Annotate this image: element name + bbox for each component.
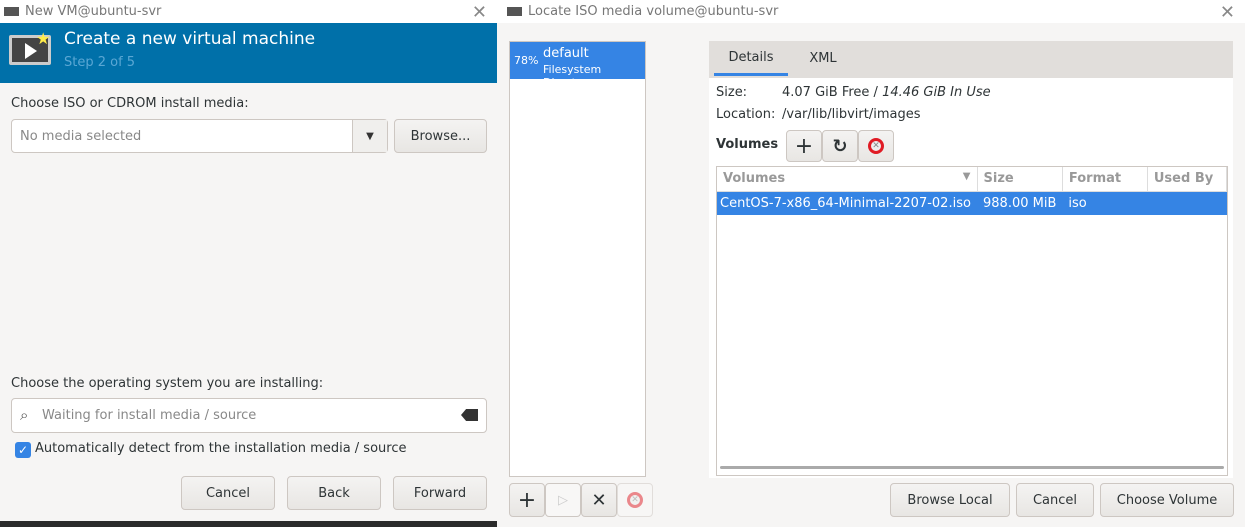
auto-detect-label: Automatically detect from the installati… xyxy=(35,441,407,456)
vm-app-icon xyxy=(4,7,19,16)
volume-format: iso xyxy=(1062,191,1148,215)
delete-icon: ✕ xyxy=(868,138,884,154)
sort-arrow-icon: ▼ xyxy=(962,171,971,183)
os-search-input[interactable]: ⌕ Waiting for install media / source xyxy=(11,398,487,433)
back-button[interactable]: Back xyxy=(287,476,381,510)
plus-icon: + xyxy=(794,133,814,159)
pool-item-default[interactable]: 78% default Filesystem Directory xyxy=(510,42,645,89)
location-value: /var/lib/libvirt/images xyxy=(782,107,921,122)
volume-name: CentOS-7-x86_64-Minimal-2207-02.iso xyxy=(717,191,977,215)
forward-button[interactable]: Forward xyxy=(393,476,487,510)
pool-name: default xyxy=(543,46,589,61)
horizontal-scrollbar[interactable] xyxy=(720,466,1224,469)
delete-pool-button[interactable]: ✕ xyxy=(617,483,653,517)
search-icon: ⌕ xyxy=(20,406,29,424)
chevron-down-icon[interactable]: ▼ xyxy=(352,120,387,152)
plus-icon: + xyxy=(517,487,537,513)
banner-title: Create a new virtual machine xyxy=(64,29,316,49)
table-header: Volumes ▼ Size Format Used By xyxy=(717,167,1227,192)
volumes-table: Volumes ▼ Size Format Used By CentOS-7-x8… xyxy=(716,166,1228,476)
tab-bar: Details XML xyxy=(709,41,1233,78)
stop-pool-button[interactable]: ✕ xyxy=(581,483,617,517)
choose-volume-button[interactable]: Choose Volume xyxy=(1100,483,1234,517)
pool-usage: 78% xyxy=(514,54,539,67)
media-label: Choose ISO or CDROM install media: xyxy=(11,96,249,111)
new-vm-window: New VM@ubuntu-svr ✕ ★ Create a new virtu… xyxy=(0,0,497,521)
clear-icon[interactable] xyxy=(461,409,478,421)
size-label: Size: xyxy=(716,85,748,100)
right-titlebar: Locate ISO media volume@ubuntu-svr xyxy=(497,0,1245,23)
delete-volume-button[interactable]: ✕ xyxy=(858,130,894,162)
browse-local-button[interactable]: Browse Local xyxy=(890,483,1010,517)
cancel-button[interactable]: Cancel xyxy=(181,476,275,510)
banner-step: Step 2 of 5 xyxy=(64,55,136,70)
browse-button[interactable]: Browse... xyxy=(394,119,487,153)
left-titlebar: New VM@ubuntu-svr xyxy=(0,0,497,23)
pool-type: Filesystem Directory xyxy=(543,63,602,89)
media-combo[interactable]: No media selected ▼ xyxy=(11,119,388,153)
column-used-by[interactable]: Used By xyxy=(1147,167,1227,192)
window-title: New VM@ubuntu-svr xyxy=(25,4,162,19)
column-volumes[interactable]: Volumes ▼ xyxy=(717,167,978,192)
tab-xml[interactable]: XML xyxy=(793,41,853,76)
size-used: 14.46 GiB In Use xyxy=(882,85,991,100)
window-title: Locate ISO media volume@ubuntu-svr xyxy=(528,4,779,19)
star-icon: ★ xyxy=(36,29,51,48)
add-volume-button[interactable]: + xyxy=(786,130,822,162)
start-pool-button[interactable]: ▷ xyxy=(545,483,581,517)
cancel-button[interactable]: Cancel xyxy=(1016,483,1094,517)
add-pool-button[interactable]: + xyxy=(509,483,545,517)
location-label: Location: xyxy=(716,107,776,122)
close-icon[interactable]: ✕ xyxy=(1220,2,1235,23)
refresh-icon: ↻ xyxy=(832,135,848,157)
locate-iso-window: Locate ISO media volume@ubuntu-svr ✕ 78%… xyxy=(497,0,1245,527)
details-panel: Size: 4.07 GiB Free / 14.46 GiB In Use L… xyxy=(709,78,1233,478)
volume-used-by xyxy=(1147,191,1227,215)
column-format[interactable]: Format xyxy=(1062,167,1148,192)
play-icon: ▷ xyxy=(558,492,568,508)
pool-list: 78% default Filesystem Directory xyxy=(509,41,646,477)
stop-icon: ✕ xyxy=(591,489,607,511)
os-label: Choose the operating system you are inst… xyxy=(11,376,324,391)
size-free: 4.07 GiB Free / xyxy=(782,85,878,100)
vm-app-icon xyxy=(507,7,522,16)
refresh-button[interactable]: ↻ xyxy=(822,130,858,162)
size-value: 4.07 GiB Free / 14.46 GiB In Use xyxy=(782,85,991,100)
volume-size: 988.00 MiB xyxy=(977,191,1063,215)
tab-details[interactable]: Details xyxy=(714,41,788,76)
close-icon[interactable]: ✕ xyxy=(472,2,487,23)
wizard-banner: ★ Create a new virtual machine Step 2 of… xyxy=(0,23,497,83)
delete-icon: ✕ xyxy=(627,492,643,508)
table-row[interactable]: CentOS-7-x86_64-Minimal-2207-02.iso 988.… xyxy=(717,191,1227,215)
media-input[interactable]: No media selected xyxy=(20,129,141,144)
column-size[interactable]: Size xyxy=(977,167,1063,192)
volumes-label: Volumes xyxy=(716,137,779,152)
auto-detect-checkbox[interactable]: ✓ xyxy=(15,442,31,458)
os-placeholder: Waiting for install media / source xyxy=(42,408,257,423)
